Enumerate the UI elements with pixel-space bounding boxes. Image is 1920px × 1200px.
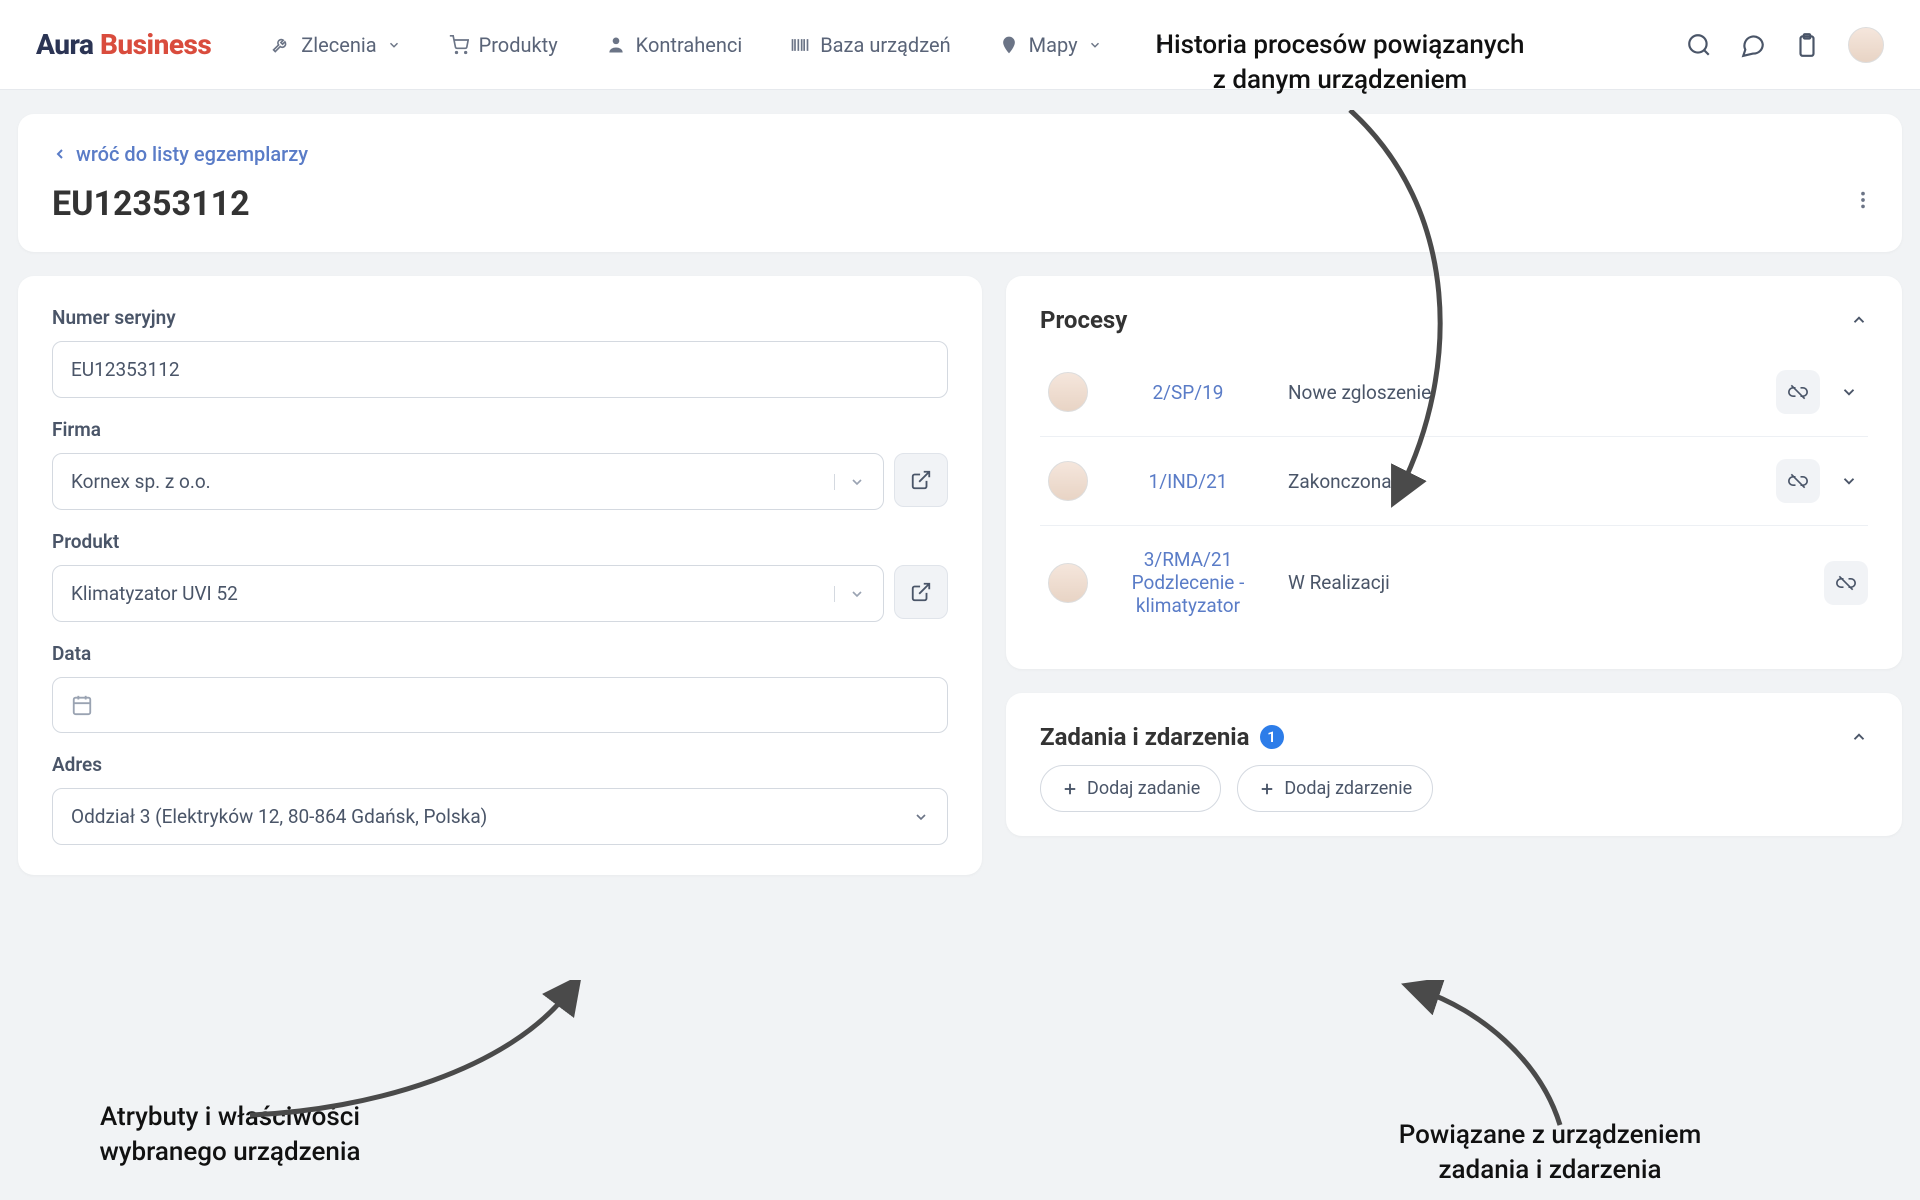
avatar xyxy=(1048,563,1088,603)
nav-maps[interactable]: Mapy xyxy=(999,33,1102,57)
product-label: Produkt xyxy=(52,530,948,553)
chevron-up-icon[interactable] xyxy=(1850,728,1868,746)
plus-icon xyxy=(1258,780,1276,798)
chevron-down-icon[interactable] xyxy=(1840,472,1858,490)
page-title: EU12353112 xyxy=(52,184,1868,224)
process-row: 3/RMA/21 Podzlecenie - klimatyzator W Re… xyxy=(1040,526,1868,639)
process-row: 1/IND/21 Zakonczona xyxy=(1040,437,1868,526)
chevron-left-icon xyxy=(52,146,68,162)
avatar[interactable] xyxy=(1848,27,1884,63)
chevron-up-icon[interactable] xyxy=(1850,311,1868,329)
topbar-right xyxy=(1686,27,1884,63)
nav-devices[interactable]: Baza urządzeń xyxy=(790,33,950,57)
tasks-badge: 1 xyxy=(1260,725,1284,749)
process-link[interactable]: 2/SP/19 xyxy=(1108,381,1268,404)
chevron-down-icon xyxy=(913,809,929,825)
chevron-down-icon[interactable] xyxy=(1840,383,1858,401)
back-link[interactable]: wróć do listy egzemplarzy xyxy=(52,142,1868,166)
nav-products[interactable]: Produkty xyxy=(449,33,558,57)
chat-icon[interactable] xyxy=(1740,32,1766,58)
chevron-down-icon xyxy=(849,586,865,602)
external-link-icon xyxy=(910,581,932,603)
nav-more[interactable] xyxy=(1150,35,1170,55)
date-label: Data xyxy=(52,642,948,665)
right-column: Procesy 2/SP/19 Nowe zgloszenie xyxy=(1006,276,1902,875)
more-vertical-icon xyxy=(1852,189,1874,211)
main-layout: Numer seryjny EU12353112 Firma Kornex sp… xyxy=(18,276,1902,875)
tasks-title: Zadania i zdarzenia xyxy=(1040,723,1250,751)
unlink-button[interactable] xyxy=(1776,459,1820,503)
external-link-icon xyxy=(910,469,932,491)
unlink-icon xyxy=(1788,471,1808,491)
calendar-icon xyxy=(71,694,93,716)
attributes-card: Numer seryjny EU12353112 Firma Kornex sp… xyxy=(18,276,982,875)
product-open-button[interactable] xyxy=(894,565,948,619)
process-link[interactable]: 1/IND/21 xyxy=(1108,470,1268,493)
unlink-icon xyxy=(1788,382,1808,402)
address-select[interactable]: Oddział 3 (Elektryków 12, 80-864 Gdańsk,… xyxy=(52,788,948,845)
arrow-bottom-right xyxy=(1400,980,1600,1130)
topbar: Aura Business Zlecenia Produkty Kontrahe… xyxy=(0,0,1920,90)
company-open-button[interactable] xyxy=(894,453,948,507)
arrow-bottom-left xyxy=(250,980,590,1120)
company-label: Firma xyxy=(52,418,948,441)
address-label: Adres xyxy=(52,753,948,776)
unlink-button[interactable] xyxy=(1824,561,1868,605)
tasks-card: Zadania i zdarzenia 1 Dodaj zadanie Doda… xyxy=(1006,693,1902,836)
nav: Zlecenia Produkty Kontrahenci Baza urząd… xyxy=(271,33,1169,57)
annotation-bottom-left: Atrybuty i właściwości wybranego urządze… xyxy=(30,1100,430,1170)
nav-contractors[interactable]: Kontrahenci xyxy=(606,33,743,57)
processes-card: Procesy 2/SP/19 Nowe zgloszenie xyxy=(1006,276,1902,669)
add-task-button[interactable]: Dodaj zadanie xyxy=(1040,765,1221,812)
process-status: W Realizacji xyxy=(1288,571,1804,594)
add-event-button[interactable]: Dodaj zdarzenie xyxy=(1237,765,1433,812)
cart-icon xyxy=(449,35,469,55)
date-input[interactable] xyxy=(52,677,948,733)
process-status: Nowe zgloszenie xyxy=(1288,381,1756,404)
user-icon xyxy=(606,35,626,55)
serial-label: Numer seryjny xyxy=(52,306,948,329)
more-vertical-icon xyxy=(1150,35,1170,55)
chevron-down-icon xyxy=(1088,38,1102,52)
processes-title: Procesy xyxy=(1040,306,1127,334)
annotation-bottom-right: Powiązane z urządzeniem zadania i zdarze… xyxy=(1330,1118,1770,1188)
logo: Aura Business xyxy=(36,28,211,61)
process-list: 2/SP/19 Nowe zgloszenie 1/IND/21 Zakoncz… xyxy=(1040,348,1868,639)
pin-icon xyxy=(999,35,1019,55)
product-select[interactable]: Klimatyzator UVI 52 xyxy=(52,565,884,622)
plus-icon xyxy=(1061,780,1079,798)
clipboard-icon[interactable] xyxy=(1794,32,1820,58)
chevron-down-icon xyxy=(387,38,401,52)
process-link[interactable]: 3/RMA/21 Podzlecenie - klimatyzator xyxy=(1108,548,1268,617)
avatar xyxy=(1048,372,1088,412)
header-menu-button[interactable] xyxy=(1852,189,1874,211)
process-row: 2/SP/19 Nowe zgloszenie xyxy=(1040,348,1868,437)
barcode-icon xyxy=(790,35,810,55)
nav-orders[interactable]: Zlecenia xyxy=(271,33,400,57)
page-header: wróć do listy egzemplarzy EU12353112 xyxy=(18,114,1902,252)
company-select[interactable]: Kornex sp. z o.o. xyxy=(52,453,884,510)
unlink-button[interactable] xyxy=(1776,370,1820,414)
unlink-icon xyxy=(1836,573,1856,593)
search-icon[interactable] xyxy=(1686,32,1712,58)
process-status: Zakonczona xyxy=(1288,470,1756,493)
serial-input[interactable]: EU12353112 xyxy=(52,341,948,398)
wrench-icon xyxy=(271,35,291,55)
avatar xyxy=(1048,461,1088,501)
chevron-down-icon xyxy=(849,474,865,490)
